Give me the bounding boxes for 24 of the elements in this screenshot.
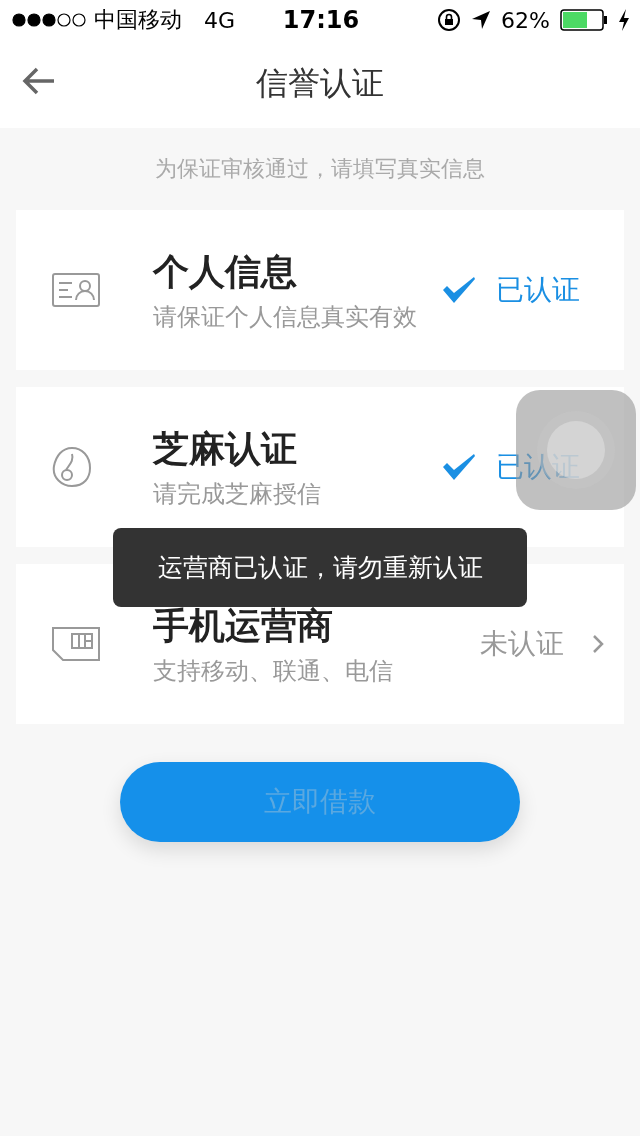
signal-icon — [12, 13, 86, 27]
message-toast: 运营商已认证，请勿重新认证 — [113, 528, 527, 607]
back-button[interactable] — [22, 66, 56, 96]
drop-icon — [52, 446, 92, 488]
card-title: 个人信息 — [153, 249, 298, 294]
carrier-name: 中国移动 — [94, 6, 182, 34]
card-subtitle: 请完成芝麻授信 — [153, 478, 322, 510]
card-title: 芝麻认证 — [153, 426, 298, 471]
battery-percent: 62% — [501, 7, 550, 33]
id-card-icon — [52, 273, 100, 307]
verification-card[interactable]: 个人信息 请保证个人信息真实有效 已认证 — [16, 210, 624, 370]
card-subtitle: 请保证个人信息真实有效 — [153, 301, 418, 333]
clock-time: 17:16 — [282, 6, 360, 34]
network-type: 4G — [204, 7, 236, 33]
hint-text: 为保证审核通过，请填写真实信息 — [154, 155, 486, 183]
status-label: 已认证 — [496, 272, 580, 308]
card-subtitle: 支持移动、联通、电信 — [153, 655, 394, 687]
battery-icon — [560, 9, 608, 31]
charging-bolt-icon — [618, 9, 630, 31]
sim-card-icon — [52, 627, 100, 661]
status-label: 未认证 — [480, 626, 564, 662]
rotation-lock-icon — [437, 8, 462, 32]
page-title: 信誉认证 — [256, 63, 384, 104]
location-arrow-icon — [471, 10, 492, 30]
